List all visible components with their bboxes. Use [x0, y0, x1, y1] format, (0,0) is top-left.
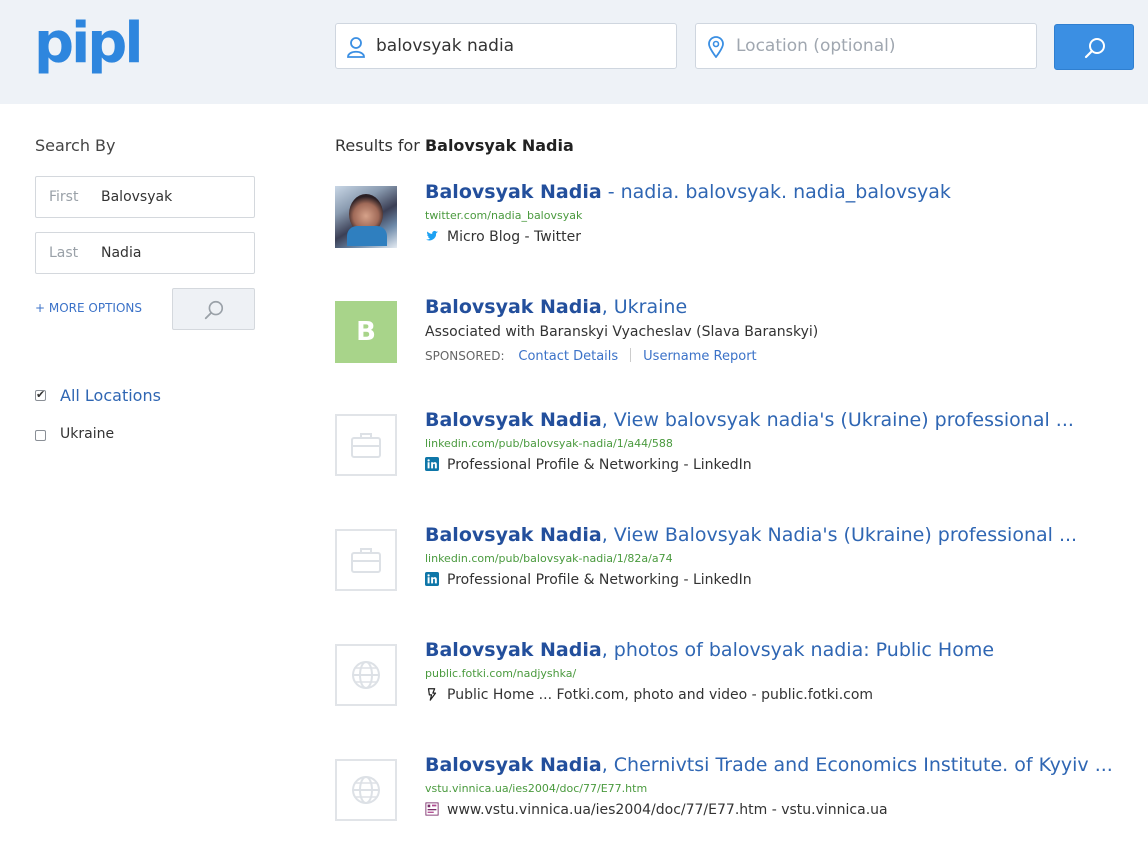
first-name-label: First	[49, 189, 79, 205]
linkedin-icon	[425, 572, 439, 586]
last-name-label: Last	[49, 245, 79, 261]
location-search-box[interactable]	[695, 23, 1037, 69]
result-title-rest[interactable]: , View balovsyak nadia's (Ukraine) profe…	[602, 409, 1074, 431]
result-url: twitter.com/nadia_balovsyak	[425, 209, 583, 222]
header: pipl	[0, 0, 1148, 104]
contact-details-link[interactable]: Contact Details	[518, 349, 618, 364]
result-name[interactable]: Balovsyak Nadia	[425, 181, 602, 203]
result-url: linkedin.com/pub/balovsyak-nadia/1/82a/a…	[425, 552, 673, 565]
placeholder-thumbnail[interactable]	[335, 414, 397, 476]
result-item: B Balovsyak Nadia, Ukraine Associated wi…	[335, 296, 1135, 401]
result-url: public.fotki.com/nadjyshka/	[425, 667, 577, 680]
result-title-link[interactable]: Balovsyak Nadia - nadia. balovsyak. nadi…	[425, 181, 951, 203]
associated-with-text: Associated with Baranskyi Vyacheslav (Sl…	[425, 324, 819, 340]
link-divider	[630, 348, 632, 362]
location-pin-icon	[708, 36, 724, 58]
location-search-input[interactable]	[736, 24, 1026, 68]
result-title-link[interactable]: Balovsyak Nadia, Ukraine	[425, 296, 687, 318]
globe-icon	[352, 661, 380, 689]
result-name[interactable]: Balovsyak Nadia	[425, 409, 602, 431]
result-source: Public Home ... Fotki.com, photo and vid…	[425, 687, 873, 703]
ukraine-label[interactable]: Ukraine	[60, 426, 114, 442]
result-source-text: www.vstu.vinnica.ua/ies2004/doc/77/E77.h…	[447, 802, 888, 818]
site-favicon-icon	[425, 802, 439, 816]
result-title-link[interactable]: Balovsyak Nadia, View Balovsyak Nadia's …	[425, 524, 1077, 546]
result-source: www.vstu.vinnica.ua/ies2004/doc/77/E77.h…	[425, 802, 888, 818]
briefcase-icon	[351, 433, 381, 458]
sidebar-search-button[interactable]	[172, 288, 255, 330]
result-title-link[interactable]: Balovsyak Nadia, photos of balovsyak nad…	[425, 639, 994, 661]
result-name[interactable]: Balovsyak Nadia	[425, 296, 602, 318]
placeholder-thumbnail[interactable]	[335, 759, 397, 821]
result-url: linkedin.com/pub/balovsyak-nadia/1/a44/5…	[425, 437, 673, 450]
globe-icon	[352, 776, 380, 804]
result-name[interactable]: Balovsyak Nadia	[425, 754, 602, 776]
result-url: vstu.vinnica.ua/ies2004/doc/77/E77.htm	[425, 782, 648, 795]
person-icon	[347, 37, 365, 58]
twitter-icon	[425, 230, 439, 241]
result-title-link[interactable]: Balovsyak Nadia, Chernivtsi Trade and Ec…	[425, 754, 1113, 776]
search-icon	[204, 300, 224, 320]
last-name-input[interactable]	[101, 233, 246, 273]
all-locations-label[interactable]: All Locations	[60, 386, 161, 405]
search-icon	[1084, 38, 1105, 59]
result-source-text: Public Home ... Fotki.com, photo and vid…	[447, 687, 874, 703]
placeholder-thumbnail[interactable]	[335, 529, 397, 591]
name-search-input[interactable]	[376, 24, 666, 68]
sponsored-links: SPONSORED: Contact Details Username Repor…	[425, 348, 757, 364]
username-report-link[interactable]: Username Report	[643, 349, 757, 364]
result-source: Professional Profile & Networking - Link…	[425, 457, 752, 473]
results-query: Balovsyak Nadia	[424, 136, 574, 155]
result-item: Balovsyak Nadia, View balovsyak nadia's …	[335, 409, 1135, 514]
letter-avatar[interactable]: B	[335, 301, 397, 363]
result-title-rest[interactable]: , Ukraine	[602, 296, 687, 318]
pipl-logo[interactable]: pipl	[34, 14, 144, 74]
result-name[interactable]: Balovsyak Nadia	[425, 524, 602, 546]
search-button[interactable]	[1054, 24, 1134, 70]
fotki-icon	[427, 688, 437, 701]
all-locations-checkbox[interactable]	[35, 388, 46, 401]
search-by-title: Search By	[35, 136, 116, 155]
placeholder-thumbnail[interactable]	[335, 644, 397, 706]
sponsored-label: SPONSORED:	[425, 349, 505, 363]
name-search-box[interactable]	[335, 23, 677, 69]
result-source: Micro Blog - Twitter	[425, 229, 581, 245]
first-name-input[interactable]	[101, 177, 246, 217]
result-title-rest[interactable]: - nadia. balovsyak. nadia_balovsyak	[602, 181, 951, 203]
result-item: Balovsyak Nadia - nadia. balovsyak. nadi…	[335, 181, 1135, 286]
profile-photo[interactable]	[335, 186, 397, 248]
last-name-field[interactable]: Last	[35, 232, 255, 274]
linkedin-icon	[425, 457, 439, 471]
result-item: Balovsyak Nadia, photos of balovsyak nad…	[335, 639, 1135, 744]
results-heading: Results for Balovsyak Nadia	[335, 136, 574, 155]
result-title-rest[interactable]: , View Balovsyak Nadia's (Ukraine) profe…	[602, 524, 1077, 546]
result-title-rest[interactable]: , Chernivtsi Trade and Economics Institu…	[602, 754, 1113, 776]
result-item: Balovsyak Nadia, View Balovsyak Nadia's …	[335, 524, 1135, 629]
briefcase-icon	[351, 548, 381, 573]
ukraine-checkbox[interactable]	[35, 430, 46, 441]
result-source: Professional Profile & Networking - Link…	[425, 572, 752, 588]
more-options-link[interactable]: + MORE OPTIONS	[35, 301, 142, 315]
result-item: Balovsyak Nadia, Chernivtsi Trade and Ec…	[335, 754, 1135, 859]
result-source-text: Micro Blog - Twitter	[447, 229, 581, 245]
result-title-rest[interactable]: , photos of balovsyak nadia: Public Home	[602, 639, 994, 661]
result-title-link[interactable]: Balovsyak Nadia, View balovsyak nadia's …	[425, 409, 1074, 431]
result-source-text: Professional Profile & Networking - Link…	[447, 457, 752, 473]
result-name[interactable]: Balovsyak Nadia	[425, 639, 602, 661]
results-prefix: Results for	[335, 136, 420, 155]
first-name-field[interactable]: First	[35, 176, 255, 218]
result-source-text: Professional Profile & Networking - Link…	[447, 572, 752, 588]
